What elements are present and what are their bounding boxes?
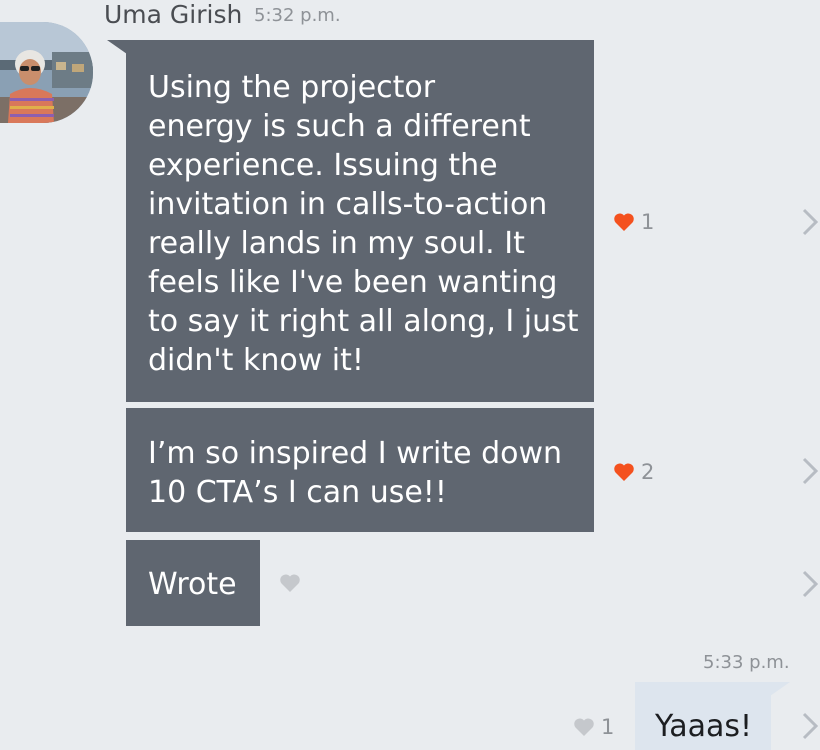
reaction[interactable]: 2 <box>613 457 654 487</box>
avatar[interactable] <box>0 22 93 123</box>
reaction-count: 2 <box>641 460 655 484</box>
sender-name[interactable]: Uma Girish <box>104 0 242 30</box>
heart-icon[interactable] <box>279 573 301 593</box>
message-bubble[interactable]: I’m so inspired I write down 10 CTA’s I … <box>126 408 594 532</box>
chevron-right-icon[interactable] <box>802 570 818 598</box>
reaction[interactable]: 1 <box>573 712 614 742</box>
sender-timestamp: 5:32 p.m. <box>254 5 341 26</box>
chevron-right-icon[interactable] <box>802 457 818 485</box>
my-message-bubble[interactable]: Yaaas! <box>635 682 771 750</box>
bubble-tail <box>107 40 127 54</box>
chevron-right-icon[interactable] <box>802 712 818 740</box>
heart-icon[interactable] <box>613 212 635 232</box>
message-text: I’m so inspired I write down 10 CTA’s I … <box>148 436 563 510</box>
message-text: Wrote <box>148 567 237 602</box>
heart-icon[interactable] <box>573 717 595 737</box>
heart-icon[interactable] <box>613 462 635 482</box>
message-bubble[interactable]: Using the projector energy is such a dif… <box>126 40 594 402</box>
reaction[interactable]: 1 <box>613 207 654 237</box>
reaction-count: 1 <box>641 210 655 234</box>
my-message-timestamp: 5:33 p.m. <box>703 652 790 673</box>
message-text: Yaaas! <box>655 709 753 744</box>
reaction[interactable] <box>279 568 301 598</box>
message-text: Using the projector energy is such a dif… <box>148 70 579 378</box>
chevron-right-icon[interactable] <box>802 208 818 236</box>
bubble-tail <box>770 682 790 696</box>
message-bubble[interactable]: Wrote <box>126 540 260 626</box>
reaction-count: 1 <box>601 715 615 739</box>
